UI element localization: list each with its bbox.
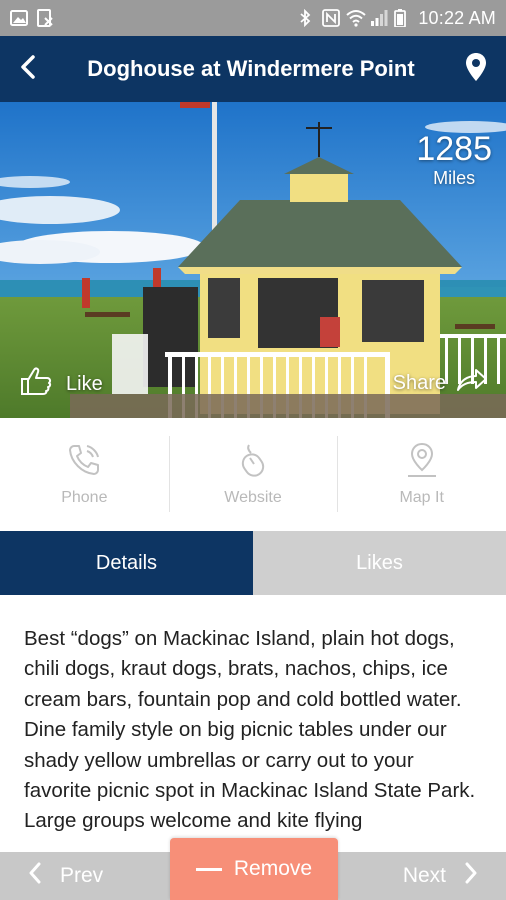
remove-label: Remove: [233, 857, 313, 880]
tab-likes[interactable]: Likes: [253, 531, 506, 595]
share-button[interactable]: Share: [393, 368, 488, 398]
status-right: 10:22 AM: [298, 8, 496, 29]
map-pin-icon: [404, 442, 440, 483]
battery-icon: [394, 9, 412, 28]
remove-button[interactable]: Remove: [170, 838, 338, 900]
website-label: Website: [224, 488, 282, 506]
status-time: 10:22 AM: [418, 7, 496, 28]
bluetooth-icon: [298, 8, 316, 28]
chevron-left-icon: [18, 54, 38, 85]
map-pin-icon: [465, 52, 487, 87]
phone-button[interactable]: Phone: [0, 418, 169, 530]
location-button[interactable]: [446, 36, 506, 102]
description-text: Best “dogs” on Mackinac Island, plain ho…: [24, 627, 476, 833]
phone-label: Phone: [61, 488, 108, 506]
mouse-icon: [235, 442, 271, 483]
status-bar: 10:22 AM: [0, 0, 506, 36]
contact-actions: Phone Website Map It: [0, 418, 506, 530]
status-left: [10, 9, 54, 27]
map-it-button[interactable]: Map It: [337, 418, 506, 530]
chevron-left-icon: [28, 862, 42, 890]
file-icon: [36, 9, 54, 27]
nfc-icon: [322, 9, 341, 27]
map-it-label: Map It: [399, 488, 444, 506]
signal-icon: [370, 9, 388, 27]
next-button[interactable]: Next: [403, 862, 506, 890]
hero-image: 1285 Miles Like Share: [0, 102, 506, 418]
like-label: Like: [66, 372, 103, 395]
prev-label: Prev: [60, 864, 104, 887]
next-label: Next: [402, 864, 446, 887]
image-icon: [10, 9, 28, 27]
tab-bar: Details Likes: [0, 531, 506, 595]
page-title: Doghouse at Windermere Point: [87, 56, 415, 81]
back-button[interactable]: [0, 36, 56, 102]
website-button[interactable]: Website: [168, 418, 338, 530]
app-bar: Doghouse at Windermere Point: [0, 36, 506, 102]
distance-indicator: 1285 Miles: [416, 132, 492, 189]
minus-icon: [195, 867, 222, 871]
share-icon: [456, 368, 488, 398]
prev-button[interactable]: Prev: [0, 862, 103, 890]
phone-icon: [66, 442, 102, 483]
thumbs-up-icon: [20, 366, 52, 402]
wifi-icon: [346, 9, 367, 27]
distance-unit: Miles: [433, 168, 476, 188]
chevron-right-icon: [464, 862, 478, 890]
distance-value: 1285: [416, 130, 492, 168]
like-button[interactable]: Like: [20, 366, 103, 402]
share-label: Share: [392, 371, 446, 394]
tab-details[interactable]: Details: [0, 531, 253, 595]
